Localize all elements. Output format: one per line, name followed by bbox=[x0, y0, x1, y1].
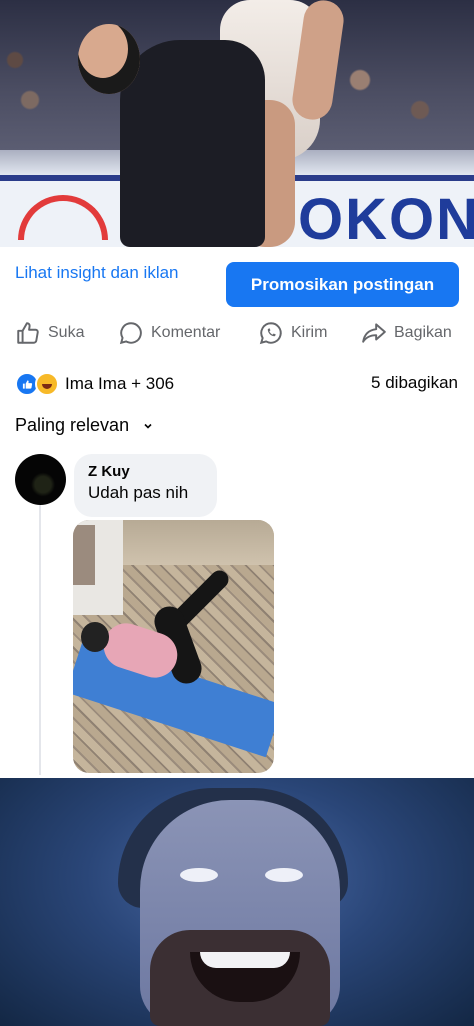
promote-post-button[interactable]: Promosikan postingan bbox=[226, 262, 459, 307]
thread-line bbox=[39, 505, 41, 775]
meme-left-eye bbox=[180, 868, 218, 882]
comment-label: Komentar bbox=[151, 324, 221, 341]
meme-right-eye bbox=[265, 868, 303, 882]
shares-count[interactable]: 5 dibagikan bbox=[371, 373, 458, 393]
comment-author[interactable]: Z Kuy bbox=[88, 463, 203, 481]
comment-bubble[interactable]: Z Kuy Udah pas nih bbox=[74, 454, 217, 517]
share-button[interactable]: Bagikan bbox=[361, 315, 452, 351]
sort-label: Paling relevan bbox=[15, 415, 130, 435]
reactions-summary[interactable]: Ima Ima + 306 bbox=[15, 372, 174, 396]
comment-button[interactable]: Komentar bbox=[118, 315, 220, 351]
share-arrow-icon bbox=[362, 323, 386, 343]
comment-image-yard bbox=[123, 520, 274, 565]
insight-link[interactable]: Lihat insight dan iklan bbox=[15, 260, 195, 285]
send-button[interactable]: Kirim bbox=[258, 315, 327, 351]
haha-reaction-icon bbox=[35, 372, 59, 396]
comment-image-person-head bbox=[81, 622, 109, 652]
comment-bubble-icon bbox=[119, 322, 142, 345]
like-label: Suka bbox=[48, 324, 85, 341]
photo-skater-man-head bbox=[78, 24, 140, 94]
post-photo[interactable]: OKON bbox=[0, 0, 474, 247]
photo-board-text: OKON bbox=[298, 187, 474, 247]
comment-image[interactable] bbox=[73, 520, 274, 773]
meme-teeth bbox=[200, 952, 290, 968]
post-action-bar: Suka Komentar Kirim Bagikan bbox=[0, 315, 474, 351]
thumbs-up-icon bbox=[17, 322, 39, 344]
chevron-down-icon bbox=[144, 423, 152, 429]
whatsapp-icon bbox=[259, 322, 282, 345]
comment-text: Udah pas nih bbox=[88, 483, 189, 502]
photo-skater-man bbox=[120, 40, 265, 247]
reactions-count: Ima Ima + 306 bbox=[65, 374, 175, 393]
send-label: Kirim bbox=[291, 324, 328, 341]
commenter-avatar[interactable] bbox=[15, 454, 66, 505]
comment-image-door bbox=[73, 525, 95, 585]
share-label: Bagikan bbox=[394, 324, 452, 341]
comment-sort-dropdown[interactable]: Paling relevan bbox=[15, 415, 153, 436]
like-button[interactable]: Suka bbox=[15, 315, 84, 351]
